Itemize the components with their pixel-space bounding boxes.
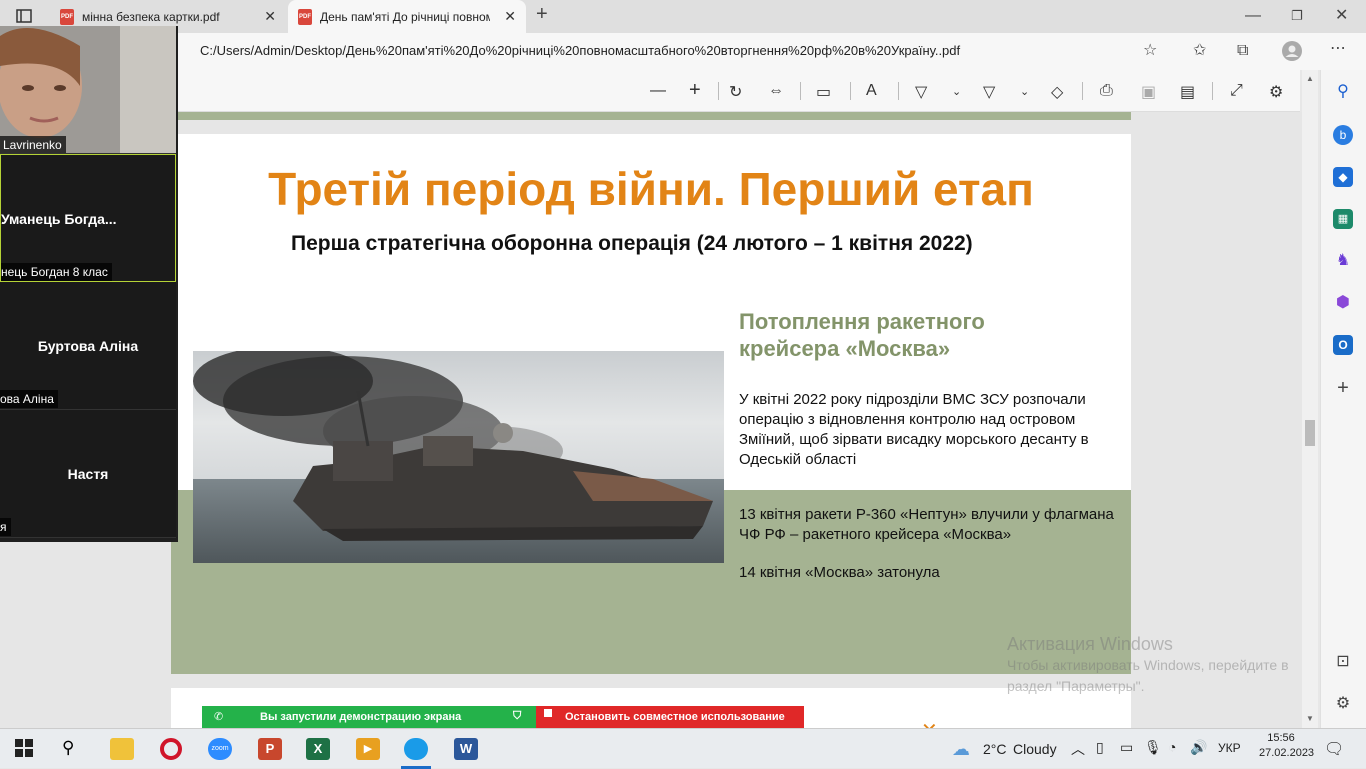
weather-temp[interactable]: 2°C [983,741,1007,757]
participant-video[interactable]: Lavrinenko [0,26,176,154]
chevron-up-icon[interactable]: ︿ [1071,739,1085,759]
chevron-down-icon[interactable]: ⌄ [952,85,961,98]
moskva-cruiser-photo [193,351,724,563]
usb-icon[interactable]: ▯ [1096,739,1104,756]
vertical-scrollbar[interactable]: ▲ ▼ [1302,70,1318,734]
fullscreen-icon[interactable]: ⤢ [1230,82,1243,100]
highlight-icon[interactable]: ▽ [983,82,995,102]
webcam-feed [0,26,176,153]
paragraph-2: 13 квітня ракети Р-360 «Нептун» влучили … [739,506,1114,543]
previous-page-edge [171,112,1131,120]
participant-tile-2[interactable]: Буртова Аліна ова Аліна [0,282,176,410]
screen-share-bar: ✆ Вы запустили демонстрацию экрана ⛉ Ост… [202,706,804,728]
bing-icon[interactable]: b [1333,125,1353,145]
section-heading: Потоплення ракетного крейсера «Москва» [739,309,985,361]
scroll-thumb[interactable] [1305,420,1315,446]
address-bar: C:/Users/Admin/Desktop/День%20пам'яті%20… [0,33,1366,70]
phone-icon: ✆ [214,711,224,723]
games-icon[interactable]: ♞ [1333,251,1353,271]
search-icon[interactable]: ⚲ [1333,82,1353,102]
sidebar-toggle-icon[interactable]: ⊡ [1333,652,1353,672]
chevron-down-icon[interactable]: ⌄ [1020,85,1029,98]
participant-tile-3[interactable]: Настя я [0,410,176,538]
pdf-page: Третій період війни. Перший етап Перша с… [171,134,1131,674]
paragraph-1: У квітні 2022 року підрозділи ВМС ЗСУ ро… [739,391,1089,468]
network-icon[interactable]: ◔ [1168,739,1176,755]
share-status: ✆ Вы запустили демонстрацию экрана ⛉ [202,706,536,728]
word-icon[interactable]: W [454,738,478,760]
settings-gear-icon[interactable]: ⚙ [1269,82,1283,102]
office-icon[interactable]: ⬢ [1333,293,1353,313]
draw-icon[interactable]: ▽ [915,82,927,102]
slide-subtitle: Перша стратегічна оборонна операція (24 … [291,232,973,255]
favorites-icon[interactable]: ✩ [1193,43,1206,59]
zoom-participants-panel: Lavrinenko Уманець Богда... нець Богдан … [0,26,178,542]
url-field[interactable]: C:/Users/Admin/Desktop/День%20пам'яті%20… [200,43,960,58]
file-explorer-icon[interactable] [110,738,134,760]
slide-title: Третій період війни. Перший етап [268,163,1034,215]
media-player-icon[interactable]: ▶ [356,738,380,760]
volume-icon[interactable]: 🔊 [1190,739,1207,756]
sidebar-settings-icon[interactable]: ⚙ [1333,694,1353,714]
page-view-icon[interactable]: ▭ [816,82,831,102]
tools-icon[interactable]: ▦ [1333,209,1353,229]
minimize-icon[interactable]: — [1245,8,1261,24]
pdf-toolbar: — + ↻ ⇔ ▭ A ▽ ⌄ ▽ ⌄ ◇ ⎙ ▣ ▤ ⤢ ⚙ [0,70,1300,112]
participant-tile-1[interactable]: Уманець Богда... нець Богдан 8 клас [0,154,176,282]
opera-icon[interactable] [160,738,182,760]
rotate-icon[interactable]: ↻ [729,82,742,102]
erase-icon[interactable]: ◇ [1051,82,1063,102]
scroll-down-icon[interactable]: ▼ [1306,714,1314,723]
notifications-icon[interactable]: 🗨 [1324,739,1344,759]
microphone-icon[interactable]: 🎙 [1144,739,1162,756]
windows-start-icon[interactable] [14,738,38,760]
close-window-icon[interactable]: ✕ [1335,8,1348,24]
collections-icon[interactable]: ⧉ [1237,43,1248,59]
windows-activation-watermark: Активация Windows Чтобы активировать Win… [1007,634,1289,694]
browser-tab-bar: PDF мінна безпека картки.pdf ✕ PDF День … [0,0,1366,33]
clock[interactable]: 15:56 27.02.2023 [1259,732,1314,759]
paragraph-3: 14 квітня «Москва» затонула [739,564,940,581]
stop-share-button[interactable]: Остановить совместное использование [536,706,804,728]
battery-icon[interactable]: ▭ [1120,739,1133,756]
shopping-tag-icon[interactable]: ◆ [1333,167,1353,187]
powerpoint-icon[interactable]: P [258,738,282,760]
shield-icon: ⛉ [513,710,522,722]
search-icon[interactable]: ⚲ [62,738,86,760]
new-tab-icon[interactable]: + [536,4,548,24]
excel-icon[interactable]: X [306,738,330,760]
outlook-icon[interactable]: O [1333,335,1353,355]
tab-actions-icon[interactable] [16,8,32,28]
zoom-out-icon[interactable]: — [650,82,666,100]
windows-taskbar: ⚲ zoom P X ▶ W ☁ 2°C Cloudy ︿ ▯ ▭ 🎙 ◔ 🔊 … [0,728,1366,769]
cloud-icon: ☁ [952,739,970,759]
close-tab-icon[interactable]: ✕ [264,8,276,25]
zoom-icon[interactable]: zoom [208,738,232,760]
add-icon[interactable]: + [1333,378,1353,398]
add-favorite-icon[interactable]: ☆ [1143,43,1157,59]
profile-avatar[interactable] [1282,41,1302,65]
more-menu-icon[interactable]: ⋯ [1330,41,1346,57]
language-indicator[interactable]: УКР [1218,741,1241,755]
close-tab-icon[interactable]: ✕ [504,8,516,25]
pdf-icon: PDF [298,8,312,25]
print-icon[interactable]: ⎙ [1100,82,1113,100]
zoom-in-icon[interactable]: + [689,79,701,102]
weather-text[interactable]: Cloudy [1013,741,1057,757]
read-aloud-icon[interactable]: A [866,82,877,100]
save-as-icon[interactable]: ▤ [1180,82,1195,102]
edge-sidebar: ⚲ b ◆ ▦ ♞ ⬢ O + ⊡ ⚙ [1320,70,1366,734]
scroll-up-icon[interactable]: ▲ [1306,74,1314,83]
edge-icon[interactable] [404,738,428,760]
tab-2[interactable]: PDF День пам'яті До річниці повном ✕ [288,0,526,33]
stop-icon [544,709,552,717]
pdf-icon: PDF [60,8,74,25]
restore-icon[interactable]: ❐ [1291,8,1303,24]
save-icon[interactable]: ▣ [1141,82,1156,102]
fit-width-icon[interactable]: ⇔ [768,82,784,100]
